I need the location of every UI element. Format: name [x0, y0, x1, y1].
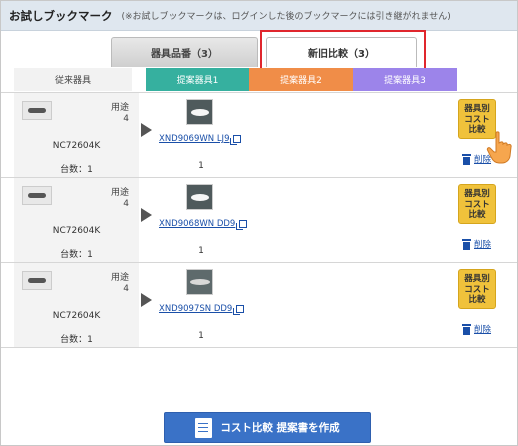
copy-icon[interactable] — [230, 135, 242, 145]
proposal-model-link[interactable]: XND9069WN LJ9 — [159, 134, 242, 145]
proposal-model-link[interactable]: XND9068WN DD9 — [159, 219, 248, 230]
current-fixture-cell: 用途 4 NC72604K 台数：1 — [14, 263, 139, 347]
current-model: NC72604K — [52, 141, 101, 151]
tab-product-numbers[interactable]: 器具品番（3） — [111, 37, 258, 67]
usage-value: 4 — [123, 199, 129, 209]
usage-label: 用途 — [110, 188, 129, 198]
current-model: NC72604K — [52, 311, 101, 321]
usage-label: 用途 — [110, 103, 129, 113]
create-proposal-label: コスト比較 提案書を作成 — [220, 422, 340, 434]
current-fixture-cell: 用途 4 NC72604K 台数：1 — [14, 93, 139, 177]
arrow-right-icon — [141, 123, 152, 137]
comparison-row: 用途 4 NC72604K 台数：1 XND9069WN LJ9 1 器具別 コス… — [1, 92, 517, 177]
arrow-right-icon — [141, 293, 152, 307]
usage-value: 4 — [123, 284, 129, 294]
current-count: 台数：1 — [60, 165, 93, 175]
proposal-count: 1 — [198, 246, 204, 256]
cost-comparison-button[interactable]: 器具別 コスト 比較 — [458, 184, 496, 224]
header-note: (※お試しブックマークは、ログインした後のブックマークには引き継がれません) — [121, 12, 451, 22]
proposal-fixture-image — [186, 99, 213, 125]
delete-label: 削除 — [474, 240, 492, 250]
usage-info: 用途 4 — [111, 188, 129, 210]
cost-comparison-button[interactable]: 器具別 コスト 比較 — [458, 269, 496, 309]
delete-link[interactable]: 削除 — [462, 323, 491, 335]
current-fixture-image — [22, 101, 52, 120]
usage-info: 用途 4 — [111, 273, 129, 295]
current-count: 台数：1 — [60, 250, 93, 260]
page-title: お試しブックマーク — [9, 8, 113, 23]
copy-icon[interactable] — [233, 305, 245, 315]
proposal-count: 1 — [198, 161, 204, 171]
column-header-proposal-3: 提案器具3 — [353, 68, 457, 91]
current-count: 台数：1 — [60, 335, 93, 345]
arrow-right-icon — [141, 208, 152, 222]
page-header: お試しブックマーク (※お試しブックマークは、ログインした後のブックマークには引… — [1, 1, 517, 31]
document-icon — [195, 417, 213, 438]
proposal-fixture-image — [186, 184, 213, 210]
column-header-proposal-2: 提案器具2 — [249, 68, 353, 91]
column-header-current: 従来器具 — [14, 68, 132, 91]
current-fixture-image — [22, 271, 52, 290]
proposal-model-text: XND9069WN LJ9 — [159, 134, 230, 144]
proposal-model-link[interactable]: XND9097SN DD9 — [159, 304, 245, 315]
comparison-row: 用途 4 NC72604K 台数：1 XND9068WN DD9 1 器具別 コス… — [1, 177, 517, 262]
usage-value: 4 — [123, 114, 129, 124]
current-fixture-image — [22, 186, 52, 205]
hand-pointer-icon — [486, 131, 512, 164]
delete-label: 削除 — [474, 325, 492, 335]
current-model: NC72604K — [52, 226, 101, 236]
usage-label: 用途 — [110, 273, 129, 283]
current-fixture-cell: 用途 4 NC72604K 台数：1 — [14, 178, 139, 262]
proposal-model-text: XND9068WN DD9 — [159, 219, 236, 229]
proposal-fixture-image — [186, 269, 213, 295]
delete-link[interactable]: 削除 — [462, 238, 491, 250]
copy-icon[interactable] — [236, 220, 248, 230]
trash-icon — [462, 238, 471, 250]
proposal-count: 1 — [198, 331, 204, 341]
trash-icon — [462, 153, 471, 165]
table-bottom-border — [1, 347, 517, 348]
column-header-proposal-1: 提案器具1 — [146, 68, 249, 91]
proposal-model-text: XND9097SN DD9 — [159, 304, 233, 314]
create-proposal-button[interactable]: コスト比較 提案書を作成 — [164, 412, 371, 443]
comparison-row: 用途 4 NC72604K 台数：1 XND9097SN DD9 1 器具別 コス… — [1, 262, 517, 347]
trash-icon — [462, 323, 471, 335]
active-tab-highlight — [260, 30, 426, 72]
usage-info: 用途 4 — [111, 103, 129, 125]
